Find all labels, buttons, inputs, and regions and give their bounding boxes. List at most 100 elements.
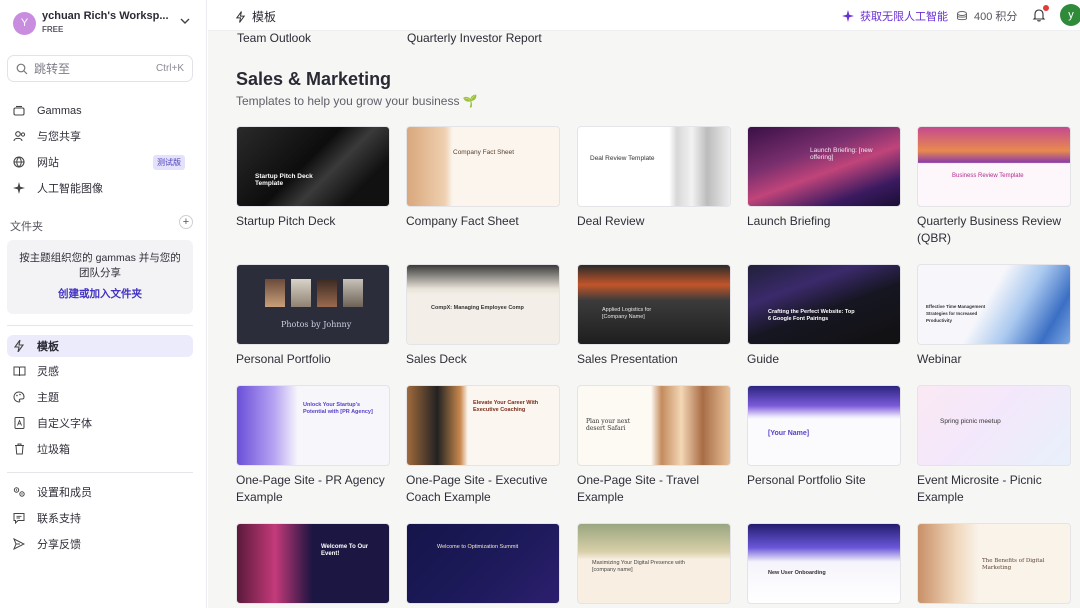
thumb-text: Photos by Johnny xyxy=(281,320,352,329)
templates-main: Team Outlook Quarterly Investor Report S… xyxy=(208,31,1080,608)
template-card[interactable]: Deal Review Template Deal Review xyxy=(577,126,731,230)
page-title: 模板 xyxy=(235,8,276,25)
credits-counter[interactable]: 400 积分 xyxy=(956,8,1017,24)
sidebar-item-label: 主题 xyxy=(37,392,59,404)
template-card[interactable]: Welcome To Our Event! xyxy=(236,523,390,604)
folders-empty-text: 按主题组织您的 gammas 并与您的团队分享 xyxy=(19,252,181,279)
template-card[interactable]: Maximizing Your Digital Presence with [c… xyxy=(577,523,731,604)
sidebar-item-sites[interactable]: 网站 测试版 xyxy=(7,151,193,173)
template-thumbnail: Effective Time Management Strategies for… xyxy=(917,264,1071,345)
trash-icon xyxy=(12,442,26,456)
search-input[interactable]: 跳转至 Ctrl+K xyxy=(7,55,193,82)
workspace-plan: FREE xyxy=(42,25,64,34)
search-shortcut: Ctrl+K xyxy=(155,63,184,74)
book-icon xyxy=(12,364,26,378)
template-card[interactable]: Applied Logistics for [Company Name] Sal… xyxy=(577,264,731,368)
workspace-switcher[interactable]: Y ychuan Rich's Worksp... FREE xyxy=(13,9,203,37)
ai-upgrade-link[interactable]: 获取无限人工智能 xyxy=(842,8,948,24)
sidebar-item-label: 分享反馈 xyxy=(37,539,81,551)
thumb-text: Deal Review Template xyxy=(590,155,655,162)
template-card-title: Event Microsite - Picnic Example xyxy=(917,473,1042,504)
template-thumbnail: Welcome to Optimization Summit xyxy=(406,523,560,604)
sidebar-item-inspiration[interactable]: 灵感 xyxy=(7,360,193,382)
template-card[interactable]: [Your Name] Personal Portfolio Site xyxy=(747,385,901,489)
top-bar: 模板 获取无限人工智能 400 积分 y xyxy=(208,0,1080,31)
template-thumbnail: Spring picnic meetup xyxy=(917,385,1071,466)
sidebar-item-feedback[interactable]: 分享反馈 xyxy=(7,533,193,555)
divider xyxy=(7,472,193,473)
template-card[interactable]: Crafting the Perfect Website: Top 6 Goog… xyxy=(747,264,901,368)
sidebar-item-label: Gammas xyxy=(37,105,82,117)
thumb-text: Maximizing Your Digital Presence with [c… xyxy=(592,560,685,573)
shared-users-icon xyxy=(12,129,26,143)
create-folder-link[interactable]: 创建或加入文件夹 xyxy=(7,286,193,301)
sparkle-icon xyxy=(842,10,854,22)
template-card-title: Startup Pitch Deck xyxy=(236,214,336,228)
template-card-title[interactable]: Quarterly Investor Report xyxy=(407,31,542,45)
thumb-text: Launch Briefing: [new offering] xyxy=(810,147,873,161)
template-card-title: Sales Deck xyxy=(406,352,467,366)
thumb-text: Elevate Your Career With Executive Coach… xyxy=(473,400,539,413)
sidebar-item-gammas[interactable]: Gammas xyxy=(7,100,193,122)
template-thumbnail: Deal Review Template xyxy=(577,126,731,207)
thumb-text: New User Onboarding xyxy=(768,570,826,576)
bolt-icon xyxy=(12,339,26,353)
palette-icon xyxy=(12,390,26,404)
thumb-text: Startup Pitch Deck Template xyxy=(255,173,313,187)
template-thumbnail: Unlock Your Startup's Potential with [PR… xyxy=(236,385,390,466)
template-card[interactable]: Unlock Your Startup's Potential with [PR… xyxy=(236,385,390,506)
template-thumbnail: Maximizing Your Digital Presence with [c… xyxy=(577,523,731,604)
search-placeholder: 跳转至 xyxy=(34,62,71,76)
template-card[interactable]: Launch Briefing: [new offering] Launch B… xyxy=(747,126,901,230)
sidebar-item-support[interactable]: 联系支持 xyxy=(7,507,193,529)
template-thumbnail: Crafting the Perfect Website: Top 6 Goog… xyxy=(747,264,901,345)
sidebar-item-settings[interactable]: 设置和成员 xyxy=(7,481,193,503)
folders-empty-state: 按主题组织您的 gammas 并与您的团队分享 创建或加入文件夹 xyxy=(7,240,193,314)
send-icon xyxy=(12,537,26,551)
template-card[interactable]: Photos by Johnny Personal Portfolio xyxy=(236,264,390,368)
template-card[interactable]: New User Onboarding xyxy=(747,523,901,604)
template-card-title: Company Fact Sheet xyxy=(406,214,519,228)
sidebar-item-ai-images[interactable]: 人工智能图像 xyxy=(7,177,193,199)
gammas-icon xyxy=(12,104,26,118)
thumb-text: Plan your next desert Safari xyxy=(586,418,631,432)
thumb-text: The Benefits of Digital Marketing xyxy=(982,558,1045,571)
chevron-down-icon[interactable] xyxy=(179,15,191,27)
template-card-title[interactable]: Team Outlook xyxy=(237,31,311,45)
sparkle-icon xyxy=(12,181,26,195)
folders-heading: 文件夹 + xyxy=(10,215,193,234)
user-avatar[interactable]: y xyxy=(1060,4,1080,26)
template-thumbnail: CompX: Managing Employee Comp xyxy=(406,264,560,345)
template-card[interactable]: Welcome to Optimization Summit xyxy=(406,523,560,604)
template-card[interactable]: The Benefits of Digital Marketing xyxy=(917,523,1071,604)
sidebar-item-trash[interactable]: 垃圾箱 xyxy=(7,438,193,460)
template-card[interactable]: Startup Pitch Deck Template Startup Pitc… xyxy=(236,126,390,230)
template-card-title: One-Page Site - PR Agency Example xyxy=(236,473,385,504)
template-thumbnail: Applied Logistics for [Company Name] xyxy=(577,264,731,345)
sidebar-item-shared[interactable]: 与您共享 xyxy=(7,125,193,147)
font-file-icon xyxy=(12,416,26,430)
sidebar-item-themes[interactable]: 主题 xyxy=(7,386,193,408)
template-thumbnail: Company Fact Sheet xyxy=(406,126,560,207)
divider xyxy=(7,325,193,326)
template-card[interactable]: Plan your next desert Safari One-Page Si… xyxy=(577,385,731,506)
template-card[interactable]: Company Fact Sheet Company Fact Sheet xyxy=(406,126,560,230)
chat-icon xyxy=(12,511,26,525)
thumb-text: Applied Logistics for [Company Name] xyxy=(602,307,652,320)
notifications-button[interactable] xyxy=(1032,5,1049,22)
template-card[interactable]: CompX: Managing Employee Comp Sales Deck xyxy=(406,264,560,368)
template-card[interactable]: Effective Time Management Strategies for… xyxy=(917,264,1071,368)
template-card-title: Webinar xyxy=(917,352,962,366)
folders-heading-label: 文件夹 xyxy=(10,221,43,233)
sidebar-item-templates[interactable]: 模板 xyxy=(7,335,193,357)
template-card[interactable]: Spring picnic meetup Event Microsite - P… xyxy=(917,385,1071,506)
template-card[interactable]: Elevate Your Career With Executive Coach… xyxy=(406,385,560,506)
beta-badge: 测试版 xyxy=(153,155,185,170)
sidebar-item-label: 联系支持 xyxy=(37,513,81,525)
add-folder-button[interactable]: + xyxy=(179,215,193,229)
template-card[interactable]: Business Review Template Quarterly Busin… xyxy=(917,126,1071,247)
sidebar-item-custom-fonts[interactable]: 自定义字体 xyxy=(7,412,193,434)
sidebar-item-label: 模板 xyxy=(37,341,59,353)
thumb-text: Welcome To Our Event! xyxy=(321,544,369,557)
page-title-text: 模板 xyxy=(252,10,277,24)
